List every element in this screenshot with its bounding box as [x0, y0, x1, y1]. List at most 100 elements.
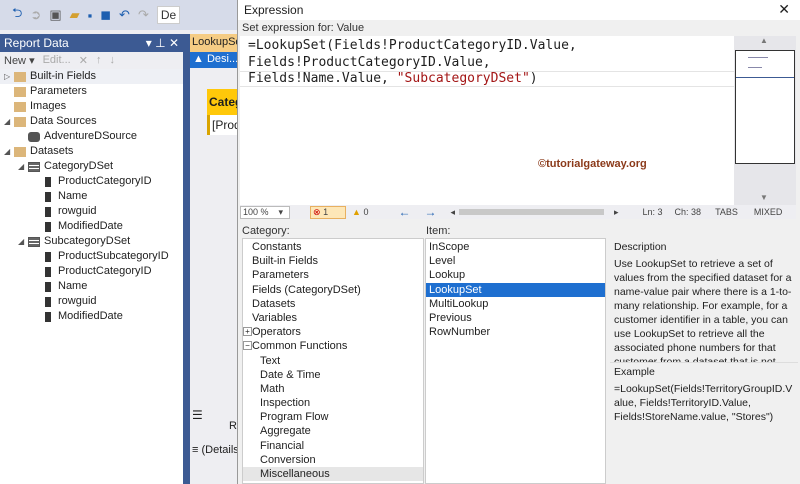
database-icon: [28, 131, 40, 142]
horizontal-scrollbar[interactable]: [458, 209, 604, 215]
save-icon[interactable]: ▪: [88, 8, 93, 23]
save-all-icon[interactable]: ◼: [100, 7, 111, 23]
tree-item[interactable]: rowguid: [0, 204, 183, 219]
expander-icon[interactable]: ◢: [4, 114, 14, 129]
hscroll-left-icon[interactable]: ◂: [450, 207, 455, 218]
category-item[interactable]: Aggregate: [243, 424, 423, 438]
undo-icon[interactable]: ↶: [119, 7, 130, 23]
category-item[interactable]: Inspection: [243, 396, 423, 410]
tree-item[interactable]: ◢ Datasets: [0, 144, 183, 159]
config-dropdown[interactable]: De: [156, 6, 181, 24]
expression-editor[interactable]: =LookupSet(Fields!ProductCategoryID.Valu…: [240, 36, 734, 205]
close-icon[interactable]: ✕: [778, 1, 790, 18]
category-item[interactable]: Datasets: [243, 297, 423, 311]
category-item[interactable]: Program Flow: [243, 410, 423, 424]
category-item[interactable]: Fields (CategoryDSet): [243, 283, 423, 297]
item-list[interactable]: InScope Level Lookup LookupSet MultiLookup Pr…: [425, 238, 606, 484]
tree-item[interactable]: ProductCategoryID: [0, 174, 183, 189]
tree-item[interactable]: ◢ Data Sources: [0, 114, 183, 129]
tree-item[interactable]: ModifiedDate: [0, 219, 183, 234]
folder-icon: [14, 71, 26, 82]
redo-icon[interactable]: ↷: [138, 7, 149, 23]
item-level[interactable]: Level: [426, 254, 605, 268]
item-lookup[interactable]: Lookup: [426, 268, 605, 282]
item-rownumber[interactable]: RowNumber: [426, 325, 605, 339]
error-count[interactable]: ⊗ 1: [310, 205, 346, 219]
new-button[interactable]: New ▾: [4, 54, 35, 67]
expander-icon[interactable]: ▷: [4, 69, 14, 84]
item-multilookup[interactable]: MultiLookup: [426, 297, 605, 311]
close-icon[interactable]: ✕: [169, 36, 179, 50]
new-item-icon[interactable]: ▣: [49, 7, 61, 23]
category-item[interactable]: Parameters: [243, 268, 423, 282]
category-item[interactable]: Constants: [243, 240, 423, 254]
expander-icon[interactable]: ◢: [18, 159, 28, 174]
category-item[interactable]: Math: [243, 382, 423, 396]
tree-item[interactable]: AdventureDSource: [0, 129, 183, 144]
delete-icon[interactable]: ✕: [79, 54, 88, 67]
expander-icon[interactable]: −: [243, 341, 252, 351]
expander-icon[interactable]: +: [243, 327, 252, 337]
hscroll-right-icon[interactable]: ▸: [614, 207, 619, 218]
scroll-down-icon[interactable]: ▼: [760, 193, 768, 202]
main-toolbar: ⮌ ➲ ▣ ▰ ▪ ◼ ↶ ↷ De: [0, 0, 237, 30]
tree-item[interactable]: ProductSubcategoryID: [0, 249, 183, 264]
back-icon[interactable]: ⮌: [12, 4, 22, 26]
tree-item[interactable]: Name: [0, 189, 183, 204]
item-previous[interactable]: Previous: [426, 311, 605, 325]
category-item[interactable]: Conversion: [243, 453, 423, 467]
tabs-mode: TABS: [715, 207, 738, 217]
tree-item[interactable]: ▷ Built-in Fields: [0, 69, 183, 84]
tree-item[interactable]: rowguid: [0, 294, 183, 309]
prev-error-icon[interactable]: ←: [398, 205, 410, 219]
move-down-icon[interactable]: ↓: [109, 54, 115, 67]
table-data-cell[interactable]: [Prod: [207, 115, 237, 135]
category-item[interactable]: Variables: [243, 311, 423, 325]
item-inscope[interactable]: InScope: [426, 240, 605, 254]
edit-button[interactable]: Edit...: [43, 54, 71, 67]
tree-item-label: ModifiedDate: [58, 310, 123, 322]
expander-icon[interactable]: ◢: [4, 144, 14, 159]
code-line: Fields!ProductCategoryID.Value,: [248, 54, 491, 70]
tree-item-label: Name: [58, 280, 88, 292]
item-lookupset[interactable]: LookupSet: [426, 282, 605, 297]
category-item[interactable]: Date & Time: [243, 368, 423, 382]
tree-item[interactable]: ◢ SubcategoryDSet: [0, 234, 183, 249]
design-tab[interactable]: ▲ Desi...: [190, 52, 237, 68]
expression-dialog: Expression ✕ Set expression for: Value =…: [237, 0, 800, 484]
forward-icon[interactable]: ➲: [30, 7, 41, 23]
pin-icon[interactable]: ⊥: [155, 36, 165, 50]
scroll-up-icon[interactable]: ▲: [760, 36, 768, 45]
category-item[interactable]: + Operators: [243, 325, 423, 339]
category-label: Program Flow: [260, 411, 329, 424]
dropdown-icon[interactable]: ▾: [146, 36, 152, 50]
warning-count[interactable]: ▲ 0: [352, 207, 368, 217]
minimap-scrollbar[interactable]: ▲ ▼: [734, 36, 796, 205]
expander-icon[interactable]: ◢: [18, 234, 28, 249]
description-panel: Description Use LookupSet to retrieve a …: [610, 238, 798, 362]
category-list[interactable]: Constants Built-in Fields Parameters Fields…: [242, 238, 424, 484]
table-header-cell[interactable]: Category: [207, 89, 237, 115]
tree-item[interactable]: ◢ CategoryDSet: [0, 159, 183, 174]
next-error-icon[interactable]: →: [424, 205, 436, 219]
tree-item-label: AdventureDSource: [44, 130, 137, 142]
tree-item[interactable]: ModifiedDate: [0, 309, 183, 324]
category-item[interactable]: Miscellaneous: [243, 467, 423, 482]
category-item[interactable]: Financial: [243, 439, 423, 453]
open-icon[interactable]: ▰: [70, 7, 80, 23]
tab-lookupset[interactable]: LookupSet: [190, 34, 237, 52]
details-group[interactable]: ≡ (Details): [190, 444, 237, 460]
tree-item[interactable]: ProductCategoryID: [0, 264, 183, 279]
tree-item[interactable]: Parameters: [0, 84, 183, 99]
error-icon: ⊗: [313, 206, 321, 217]
tree-item[interactable]: Name: [0, 279, 183, 294]
move-up-icon[interactable]: ↑: [96, 54, 102, 67]
warning-icon: ▲: [352, 207, 361, 217]
category-item[interactable]: Text: [243, 354, 423, 368]
category-item[interactable]: Built-in Fields: [243, 254, 423, 268]
minimap-viewport[interactable]: [735, 50, 795, 164]
tree-item[interactable]: Images: [0, 99, 183, 114]
category-item[interactable]: − Common Functions: [243, 339, 423, 353]
zoom-select[interactable]: 100 % ▾: [240, 205, 290, 219]
tree-item-label: Images: [30, 100, 67, 112]
